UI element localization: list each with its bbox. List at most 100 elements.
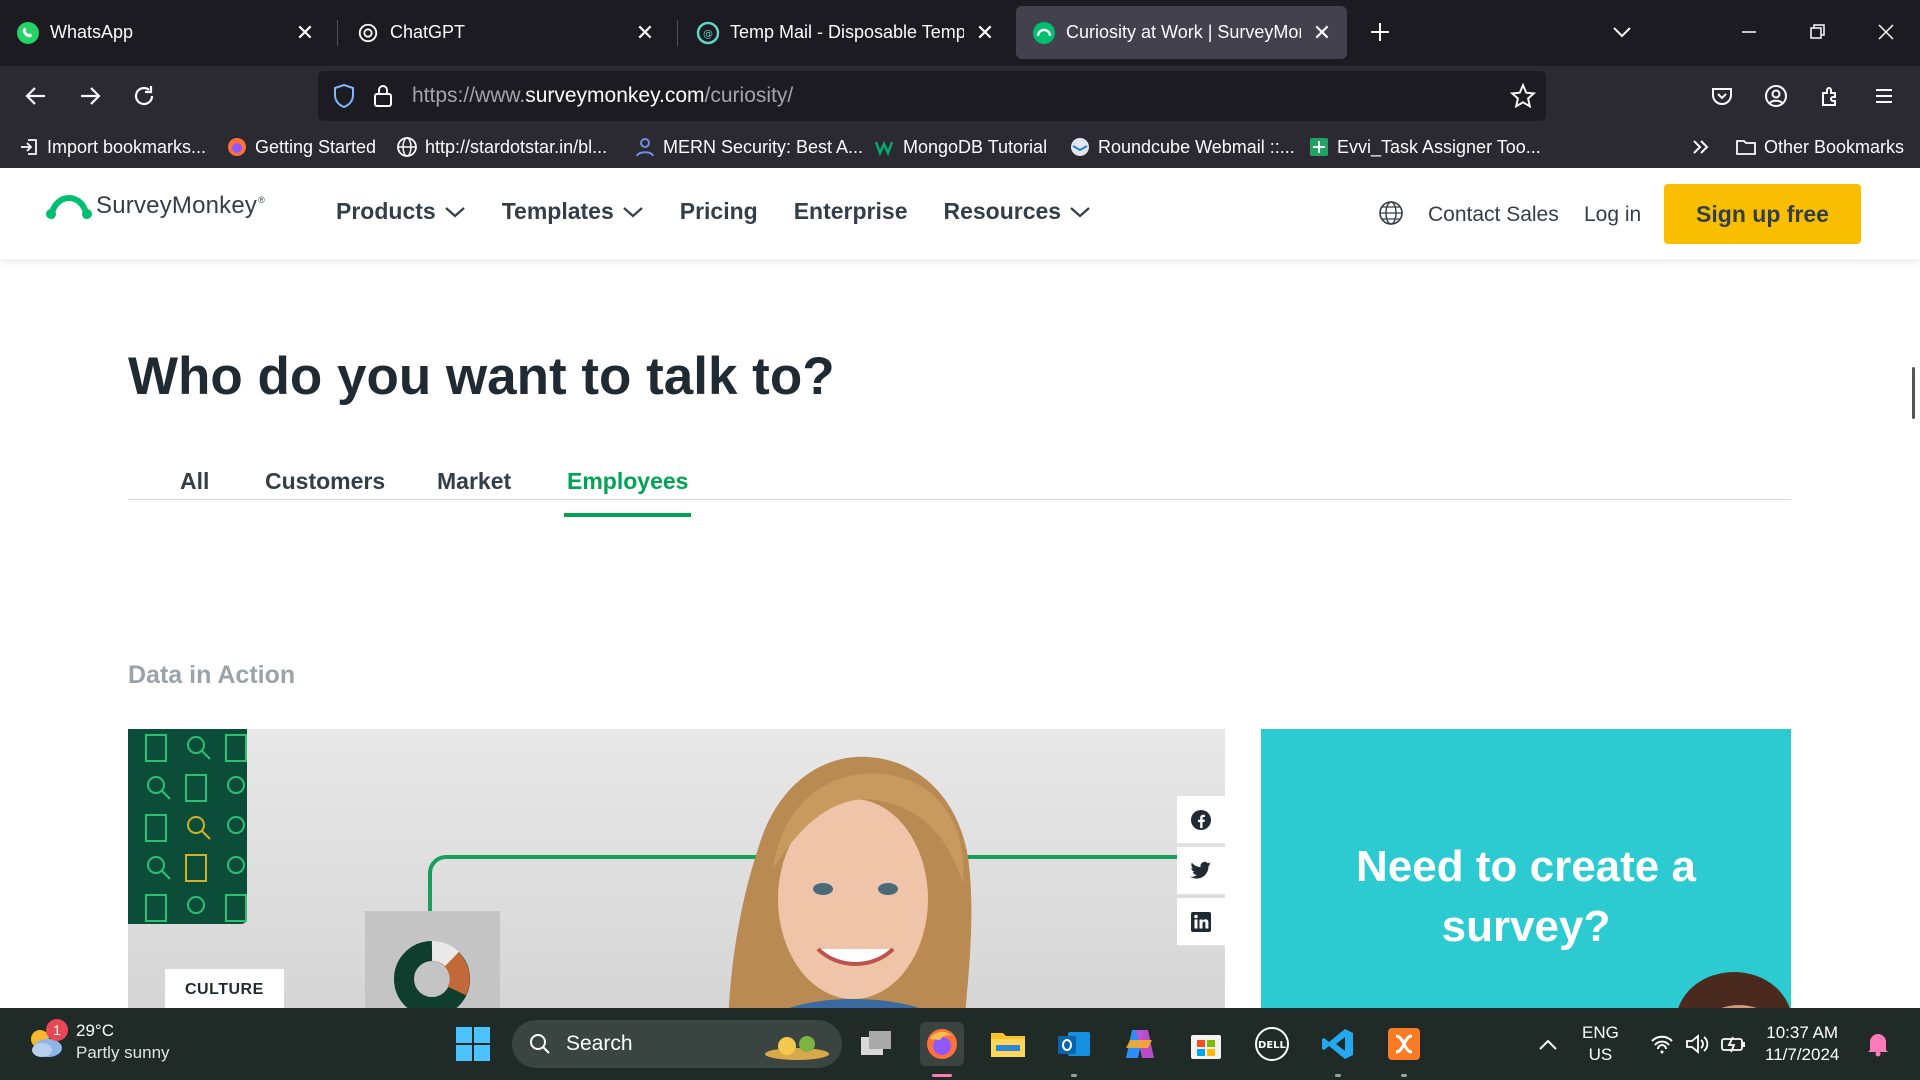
running-app-indicator [1071, 1074, 1077, 1077]
twitter-icon [1190, 861, 1212, 879]
url-path: /curiosity/ [704, 84, 794, 107]
share-twitter-button[interactable] [1177, 847, 1225, 895]
bookmark-label: Evvi_Task Assigner Too... [1337, 136, 1541, 157]
tab-divider [337, 20, 338, 46]
outlook-icon[interactable] [1052, 1022, 1096, 1066]
bookmark-mongodb[interactable]: MongoDB Tutorial [874, 134, 1047, 160]
linkedin-icon [1191, 911, 1211, 932]
tab-employees[interactable]: Employees [564, 468, 692, 517]
surveymonkey-icon [1032, 21, 1056, 45]
weather-condition: Partly sunny [76, 1043, 170, 1062]
bookmark-roundcube[interactable]: Roundcube Webmail ::... [1069, 134, 1295, 160]
task-view-icon[interactable] [854, 1022, 898, 1066]
chevron-down-icon [1070, 206, 1090, 217]
bookmark-mern-security[interactable]: MERN Security: Best A... [634, 134, 863, 160]
vscode-icon[interactable] [1316, 1022, 1360, 1066]
pocket-icon[interactable] [1704, 78, 1740, 114]
nav-pricing[interactable]: Pricing [680, 198, 758, 225]
lock-icon[interactable] [372, 83, 394, 114]
tab-title: WhatsApp [50, 22, 134, 42]
new-tab-button[interactable] [1366, 18, 1394, 46]
donut-chart-icon [394, 941, 470, 1008]
menu-icon[interactable] [1866, 78, 1902, 114]
surveymonkey-logo[interactable]: SurveyMonkey ® [46, 190, 265, 222]
category-badge: CULTURE [165, 969, 284, 1008]
search-placeholder: Search [566, 1032, 633, 1055]
tab-whatsapp[interactable]: WhatsApp ✕ [0, 6, 330, 59]
tab-market[interactable]: Market [437, 468, 511, 513]
close-tab-icon[interactable]: ✕ [634, 21, 656, 44]
section-label: Data in Action [128, 661, 296, 689]
system-clock[interactable]: 10:37 AM 11/7/2024 [1765, 1022, 1839, 1066]
windows-start-icon[interactable] [451, 1022, 495, 1066]
tab-surveymonkey[interactable]: Curiosity at Work | SurveyMonk ✕ [1016, 6, 1347, 59]
page-scrollbar[interactable] [1906, 259, 1920, 1008]
minimize-icon[interactable] [1735, 18, 1763, 46]
url-text[interactable]: https://www.surveymonkey.com/curiosity/ [412, 84, 793, 108]
microsoft-store-icon[interactable] [1184, 1022, 1228, 1066]
close-tab-icon[interactable]: ✕ [974, 21, 996, 44]
dell-icon[interactable]: DELL [1250, 1022, 1294, 1066]
article-card[interactable]: CULTURE [128, 729, 1225, 1008]
signup-button[interactable]: Sign up free [1664, 184, 1861, 244]
tab-chatgpt[interactable]: ChatGPT ✕ [340, 6, 670, 59]
list-all-tabs-icon[interactable] [1610, 20, 1634, 49]
nav-templates[interactable]: Templates [502, 198, 644, 225]
battery-icon[interactable] [1712, 1022, 1756, 1066]
surveymonkey-logo-icon [46, 194, 92, 219]
chevron-down-icon [444, 206, 465, 217]
login-link[interactable]: Log in [1584, 203, 1641, 227]
language-indicator[interactable]: ENG US [1582, 1022, 1619, 1066]
file-explorer-icon[interactable] [986, 1022, 1030, 1066]
weather-widget[interactable]: 1 29°C Partly sunny [26, 1019, 170, 1064]
share-linkedin-button[interactable] [1177, 898, 1225, 946]
bookmark-label: MERN Security: Best A... [663, 136, 864, 157]
forward-icon[interactable] [72, 78, 108, 114]
tab-customers[interactable]: Customers [265, 468, 385, 513]
back-icon[interactable] [18, 78, 54, 114]
account-icon[interactable] [1758, 78, 1794, 114]
nav-resources[interactable]: Resources [943, 198, 1091, 225]
active-app-indicator [932, 1074, 952, 1077]
close-window-icon[interactable] [1872, 18, 1900, 46]
copilot-icon[interactable] [1118, 1022, 1162, 1066]
tab-title: Curiosity at Work | SurveyMonk [1066, 22, 1301, 42]
contact-sales-link[interactable]: Contact Sales [1428, 203, 1559, 227]
nav-products[interactable]: Products [336, 198, 466, 225]
language-globe-icon[interactable] [1378, 200, 1404, 231]
share-facebook-button[interactable] [1177, 796, 1225, 844]
notification-bell-icon[interactable] [1856, 1022, 1900, 1066]
reload-icon[interactable] [126, 78, 162, 114]
woman-portrait-image [728, 756, 972, 1008]
chevron-up-icon[interactable] [1526, 1022, 1570, 1066]
other-bookmarks[interactable]: Other Bookmarks [1735, 134, 1904, 160]
firefox-taskbar-icon[interactable] [920, 1022, 964, 1066]
bookmark-star-icon[interactable] [1509, 82, 1537, 114]
bookmark-import[interactable]: Import bookmarks... [18, 134, 206, 160]
close-tab-icon[interactable]: ✕ [294, 21, 316, 44]
tab-temp-mail[interactable]: @ Temp Mail - Disposable Tempo ✕ [680, 6, 1010, 59]
chatgpt-icon [356, 21, 380, 45]
bookmark-evvi-task[interactable]: Evvi_Task Assigner Too... [1308, 134, 1541, 160]
taskbar-search[interactable]: Search [512, 1020, 842, 1068]
address-bar[interactable]: https://www.surveymonkey.com/curiosity/ [318, 71, 1546, 121]
more-bookmarks-icon[interactable] [1690, 134, 1712, 160]
tab-all[interactable]: All [180, 468, 209, 513]
close-tab-icon[interactable]: ✕ [1311, 21, 1333, 44]
weather-icon: 1 [26, 1019, 68, 1061]
extensions-icon[interactable] [1812, 78, 1848, 114]
running-app-indicator [1401, 1074, 1407, 1077]
bookmark-stardotstar[interactable]: http://stardotstar.in/bl... [396, 134, 607, 160]
restore-icon[interactable] [1803, 18, 1831, 46]
nav-label: Templates [501, 198, 614, 224]
nav-enterprise[interactable]: Enterprise [794, 198, 908, 225]
xampp-icon[interactable] [1382, 1022, 1426, 1066]
scrollbar-thumb[interactable] [1912, 367, 1915, 419]
running-app-indicator [1335, 1074, 1341, 1077]
shield-icon[interactable] [332, 83, 356, 114]
bookmarks-toolbar: Import bookmarks... Getting Started http… [0, 126, 1920, 168]
bookmark-getting-started[interactable]: Getting Started [226, 134, 376, 160]
search-icon [530, 1034, 550, 1054]
language-bottom: US [1588, 1045, 1613, 1064]
folder-icon [1735, 136, 1757, 158]
